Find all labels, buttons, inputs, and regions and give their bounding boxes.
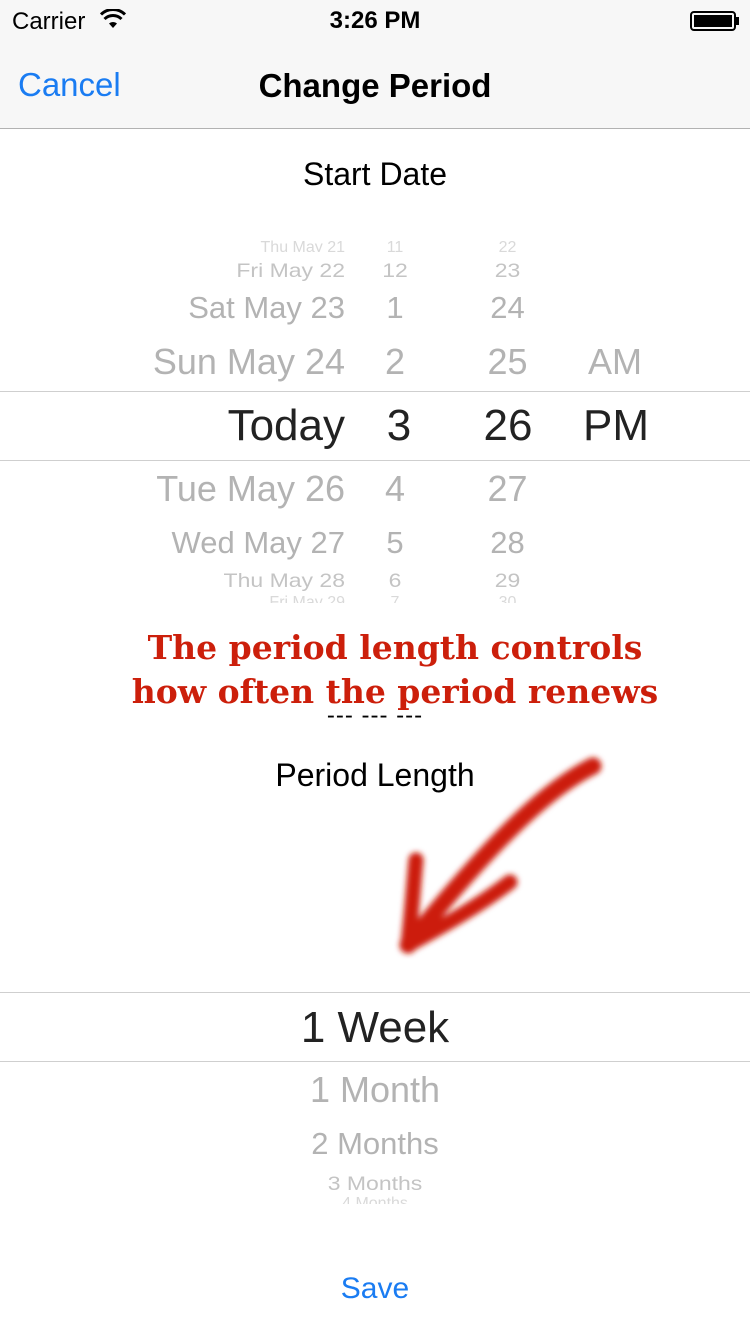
picker-selection-top-line (0, 992, 750, 993)
picker-date-option[interactable]: Fri May 22 (100, 260, 345, 281)
annotation-line-1: The period length controls (147, 628, 643, 667)
picker-date-option[interactable]: Thu May 21 (140, 240, 345, 252)
picker-minute-option[interactable]: 22 (470, 240, 545, 252)
picker-hour-option[interactable]: 12 (355, 260, 435, 281)
picker-ampm-option[interactable]: AM (565, 344, 665, 380)
page-title: Change Period (258, 67, 492, 104)
navigation-bar: Cancel Change Period (0, 40, 750, 129)
picker-minute-option[interactable]: 24 (465, 292, 550, 323)
picker-date-option[interactable]: Wed May 27 (60, 527, 345, 558)
picker-minute-option[interactable]: 28 (465, 527, 550, 558)
picker-minute-option[interactable]: 25 (465, 344, 550, 380)
picker-hour-option[interactable]: 11 (365, 240, 425, 252)
picker-selection-top-line (0, 391, 750, 392)
annotation-text: The period length controls how often the… (0, 626, 750, 714)
picker-minute-option[interactable]: 30 (470, 595, 545, 603)
picker-hour-option[interactable]: 7 (365, 595, 425, 603)
status-bar: Carrier 3:26 PM (0, 0, 750, 40)
start-date-title: Start Date (302, 156, 448, 192)
save-button[interactable]: Save (0, 1272, 750, 1306)
picker-date-option[interactable]: Sat May 23 (80, 292, 345, 323)
picker-selection-bottom-line (0, 1061, 750, 1062)
picker-date-option[interactable]: Tue May 26 (60, 471, 345, 507)
picker-minute-option[interactable]: 27 (465, 471, 550, 507)
battery-icon (690, 11, 739, 31)
picker-hour-option[interactable]: 4 (355, 471, 435, 507)
picker-hour-selected[interactable]: 3 (355, 404, 443, 448)
period-option[interactable]: 3 Months (0, 1173, 750, 1194)
picker-hour-option[interactable]: 5 (355, 527, 435, 558)
picker-hour-option[interactable]: 6 (355, 570, 435, 591)
picker-minute-option[interactable]: 29 (465, 570, 550, 591)
section-divider: --- --- --- (326, 702, 424, 729)
period-option[interactable]: 1 Month (0, 1072, 750, 1108)
picker-ampm-selected[interactable]: PM (560, 404, 672, 448)
picker-hour-option[interactable]: 1 (355, 292, 435, 323)
picker-minute-selected[interactable]: 26 (463, 404, 553, 448)
picker-selection-bottom-line (0, 460, 750, 461)
picker-date-option[interactable]: Sun May 24 (60, 344, 345, 380)
status-time: 3:26 PM (329, 7, 421, 34)
picker-date-option[interactable]: Fri May 29 (140, 595, 345, 603)
picker-hour-option[interactable]: 2 (355, 344, 435, 380)
picker-minute-option[interactable]: 23 (465, 260, 550, 281)
period-option[interactable]: 4 Months (0, 1196, 750, 1204)
period-option[interactable]: 2 Months (0, 1128, 750, 1159)
period-option-selected[interactable]: 1 Week (0, 1006, 750, 1050)
picker-date-option[interactable]: Thu May 28 (100, 570, 345, 591)
period-length-title: Period Length (275, 757, 475, 793)
picker-date-selected[interactable]: Today (60, 404, 345, 448)
